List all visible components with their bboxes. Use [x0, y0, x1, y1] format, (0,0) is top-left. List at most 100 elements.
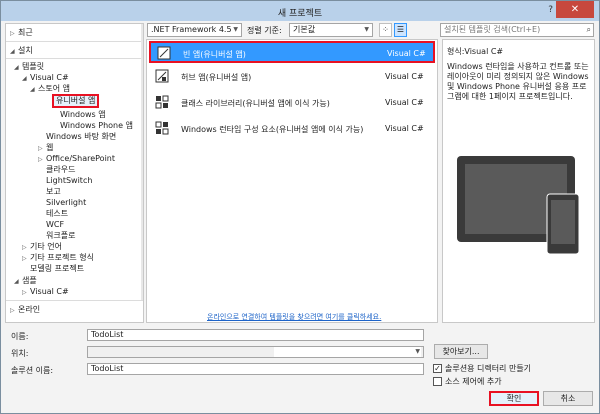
- tree-item-reporting[interactable]: 보고: [46, 186, 61, 197]
- name-input[interactable]: TodoList: [87, 329, 424, 341]
- template-name: 클래스 라이브러리(유니버설 앱에 이식 가능): [181, 99, 330, 108]
- tree-item-label: Silverlight: [46, 198, 87, 207]
- tree-item-cloud[interactable]: 클라우드: [46, 164, 75, 175]
- checkbox-unchecked-icon[interactable]: [433, 377, 442, 386]
- template-tree: ▷ 최근 ◢ 설치 ◢ 템플릿 ◢ Visual C# ◢ 스토어 앱 유니버설 앱 Wi…: [5, 23, 144, 323]
- template-toolbar: .NET Framework 4.5 ▼ 정렬 기준: 기본값 ▼ ⁘ ☰: [147, 23, 439, 39]
- tree-item-label: 웹: [46, 143, 54, 152]
- tree-item-label: 샘플: [22, 276, 37, 285]
- template-item-hub-app[interactable]: 허브 앱(유니버설 앱) Visual C#: [149, 66, 435, 88]
- tree-item-label: 기타 프로젝트 형식: [30, 253, 94, 262]
- tree-item-wcf[interactable]: WCF: [46, 219, 64, 230]
- tree-item-workflow[interactable]: 워크플로: [46, 230, 75, 241]
- new-project-dialog: 새 프로젝트 ? ✕ ▷ 최근 ◢ 설치 ◢ 템플릿 ◢ Visual C# ◢ 스토어 …: [0, 0, 600, 414]
- tree-item-store-apps[interactable]: ◢ 스토어 앱: [30, 83, 70, 94]
- expand-arrow-icon[interactable]: ▷: [38, 154, 46, 165]
- tree-item-templates[interactable]: ◢ 템플릿: [14, 61, 44, 72]
- template-item-runtime-component[interactable]: Windows 런타임 구성 요소(유니버설 앱에 이식 가능) Visual …: [149, 118, 435, 140]
- collapse-arrow-icon[interactable]: ◢: [22, 73, 30, 84]
- cancel-button[interactable]: 취소: [543, 391, 593, 406]
- template-item-class-library[interactable]: 클래스 라이브러리(유니버설 앱에 이식 가능) Visual C#: [149, 92, 435, 114]
- solution-name-input[interactable]: TodoList: [87, 363, 424, 375]
- add-source-control-label: 소스 제어에 추가: [445, 377, 502, 386]
- tree-item-label: Windows 앱: [60, 110, 106, 119]
- template-item-blank-app[interactable]: 빈 앱(유니버설 앱) Visual C#: [149, 41, 435, 63]
- tree-item-windows-desktop[interactable]: Windows 바탕 화면: [46, 131, 116, 142]
- tree-item-label: 클라우드: [46, 165, 76, 174]
- tree-item-windows-phone-apps[interactable]: Windows Phone 앱: [60, 120, 133, 131]
- dialog-title: 새 프로젝트: [277, 9, 323, 19]
- tree-item-silverlight[interactable]: Silverlight: [46, 197, 86, 208]
- runtime-component-icon: [155, 121, 169, 135]
- tree-item-test[interactable]: 테스트: [46, 208, 68, 219]
- collapse-arrow-icon[interactable]: ◢: [14, 62, 22, 73]
- template-list: 빈 앱(유니버설 앱) Visual C# 허브 앱(유니버설 앱) Visua…: [146, 39, 438, 323]
- expand-arrow-icon[interactable]: ▷: [22, 253, 30, 264]
- expand-arrow-icon[interactable]: ▷: [10, 305, 18, 316]
- tree-item-windows-apps[interactable]: Windows 앱: [60, 109, 106, 120]
- template-language: Visual C#: [385, 124, 424, 133]
- tree-item-other-project-types[interactable]: ▷ 기타 프로젝트 형식: [22, 252, 94, 263]
- divider: [6, 300, 143, 301]
- tree-item-samples-visual-csharp[interactable]: ▷ Visual C#: [22, 286, 69, 297]
- template-name: Windows 런타임 구성 요소(유니버설 앱에 이식 가능): [181, 125, 364, 134]
- add-source-control-checkbox[interactable]: 소스 제어에 추가: [433, 376, 502, 387]
- collapse-arrow-icon[interactable]: ◢: [10, 46, 18, 57]
- tree-item-label: WCF: [46, 220, 65, 229]
- template-type: 형식:Visual C#: [447, 47, 504, 56]
- checkbox-checked-icon[interactable]: ✓: [433, 364, 442, 373]
- tree-item-label: Visual C#: [30, 287, 69, 296]
- tree-item-samples[interactable]: ◢ 샘플: [14, 275, 37, 286]
- online-templates-link[interactable]: 온라인으로 연결하여 템플릿을 찾으려면 여기를 클릭하세요.: [207, 312, 381, 322]
- tree-item-label: 보고: [46, 187, 61, 196]
- template-language: Visual C#: [385, 98, 424, 107]
- expand-arrow-icon[interactable]: ▷: [10, 28, 18, 39]
- list-view-icon[interactable]: ☰: [394, 23, 407, 37]
- tree-item-label: LightSwitch: [46, 176, 93, 185]
- tree-item-universal-apps[interactable]: 유니버설 앱: [52, 94, 100, 108]
- search-input[interactable]: 설치된 템플릿 검색(Ctrl+E) ⌕: [440, 23, 594, 37]
- hub-app-icon: [155, 69, 169, 83]
- browse-button[interactable]: 찾아보기...: [434, 344, 488, 359]
- search-icon[interactable]: ⌕: [587, 24, 591, 36]
- tree-item-office-sharepoint[interactable]: ▷ Office/SharePoint: [38, 153, 115, 164]
- small-icons-view-icon[interactable]: ⁘: [379, 23, 392, 37]
- name-label: 이름:: [11, 332, 29, 341]
- sort-dropdown[interactable]: 기본값 ▼: [289, 23, 373, 37]
- collapse-arrow-icon[interactable]: ◢: [14, 276, 22, 287]
- tree-item-label: 설치: [18, 46, 33, 55]
- template-description: Windows 런타임을 사용하고 컨트롤 또는 레이아웃이 미리 정의되지 않…: [447, 62, 589, 101]
- tree-item-label: 워크플로: [46, 231, 76, 240]
- template-name: 빈 앱(유니버설 앱): [183, 50, 246, 59]
- tree-item-label: 모델링 프로젝트: [30, 264, 85, 273]
- create-directory-checkbox[interactable]: ✓ 솔루션용 디렉터리 만들기: [433, 363, 531, 374]
- expand-arrow-icon[interactable]: ▷: [22, 287, 30, 298]
- collapse-arrow-icon[interactable]: ◢: [30, 84, 38, 95]
- tree-item-label: 유니버설 앱: [56, 96, 96, 105]
- tree-item-visual-csharp[interactable]: ◢ Visual C#: [22, 72, 69, 83]
- template-language: Visual C#: [385, 72, 424, 81]
- chevron-down-icon: ▼: [233, 26, 238, 33]
- framework-value: .NET Framework 4.5: [151, 25, 232, 34]
- search-placeholder: 설치된 템플릿 검색(Ctrl+E): [444, 25, 541, 34]
- tree-item-lightswitch[interactable]: LightSwitch: [46, 175, 92, 186]
- tree-item-label: Visual C#: [30, 73, 69, 82]
- framework-dropdown[interactable]: .NET Framework 4.5 ▼: [147, 23, 242, 37]
- create-directory-label: 솔루션용 디렉터리 만들기: [445, 364, 532, 373]
- tree-item-other-languages[interactable]: ▷ 기타 언어: [22, 241, 62, 252]
- ok-button[interactable]: 확인: [489, 391, 539, 406]
- close-button[interactable]: ✕: [556, 1, 594, 18]
- location-input[interactable]: ▼: [87, 346, 424, 358]
- template-language: Visual C#: [387, 49, 426, 58]
- tree-item-label: 스토어 앱: [38, 84, 70, 93]
- tree-item-modeling-projects[interactable]: 모델링 프로젝트: [30, 263, 84, 274]
- tree-item-web[interactable]: ▷ 웹: [38, 142, 53, 153]
- tree-scrollbar[interactable]: [141, 24, 143, 300]
- template-details: 형식:Visual C# Windows 런타임을 사용하고 컨트롤 또는 레이…: [442, 39, 595, 323]
- tree-item-recent[interactable]: ▷ 최근: [10, 27, 33, 38]
- tree-item-installed[interactable]: ◢ 설치: [10, 45, 33, 56]
- help-button[interactable]: ?: [548, 5, 553, 15]
- chevron-down-icon: ▼: [415, 348, 420, 355]
- tree-item-online[interactable]: ▷ 온라인: [10, 304, 40, 315]
- tree-item-label: 테스트: [46, 209, 69, 218]
